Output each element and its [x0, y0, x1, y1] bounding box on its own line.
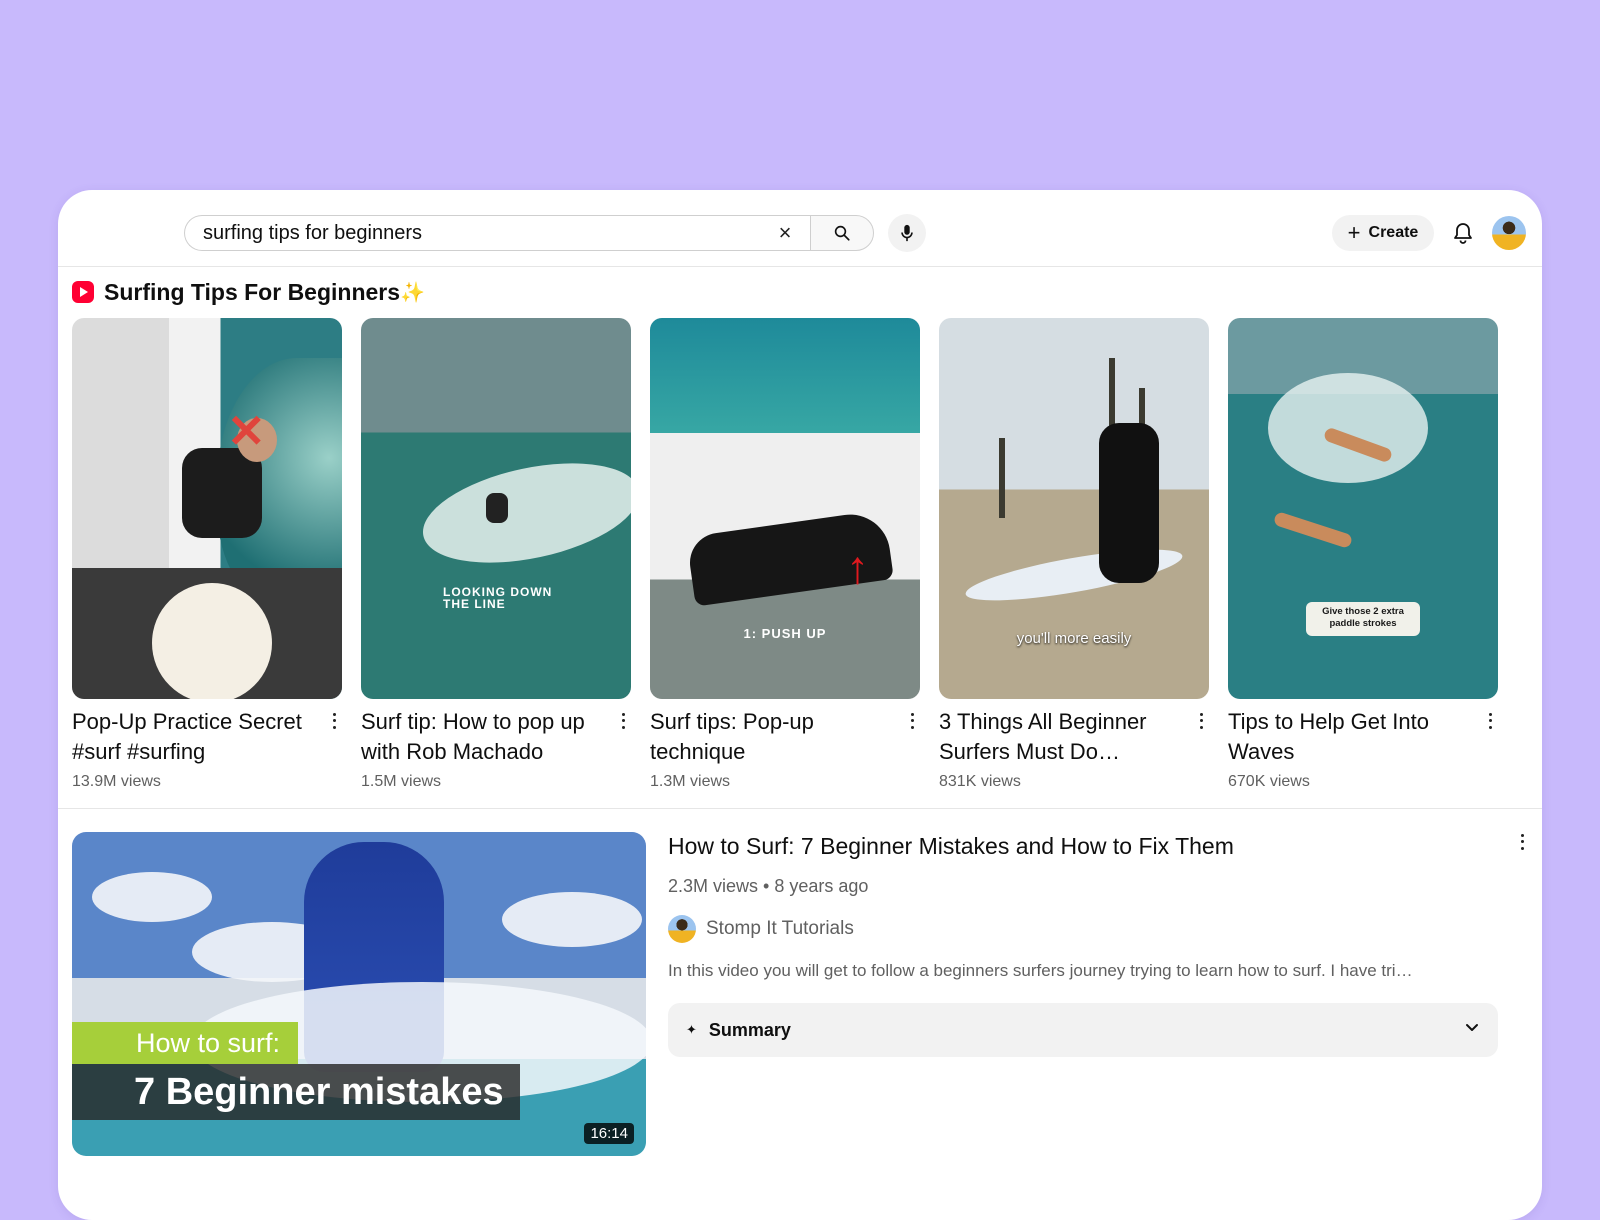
channel-row[interactable]: Stomp It Tutorials [668, 915, 1532, 943]
sparkle-icon: ✦ [686, 1022, 697, 1037]
notifications-button[interactable] [1448, 218, 1478, 248]
video-thumbnail[interactable]: How to surf: 7 Beginner mistakes 16:14 [72, 832, 646, 1156]
short-card[interactable]: LOOKING DOWN THE LINE Surf tip: How to p… [361, 318, 631, 791]
video-description: In this video you will get to follow a b… [668, 961, 1413, 980]
shorts-shelf-title: Surfing Tips For Beginners [104, 278, 401, 305]
short-thumbnail[interactable]: you'll more easily [939, 318, 1209, 699]
channel-name[interactable]: Stomp It Tutorials [706, 918, 854, 940]
more-options-icon[interactable] [904, 711, 920, 731]
thumbnail-caption: LOOKING DOWN THE LINE [443, 585, 553, 611]
thumbnail-caption: How to surf: [72, 1022, 299, 1064]
plus-icon: + [1347, 220, 1361, 245]
short-views: 831K views [939, 773, 1021, 790]
summary-label: Summary [708, 1019, 791, 1040]
short-title[interactable]: Surf tips: Pop-up technique [650, 707, 892, 767]
more-options-icon[interactable] [1193, 711, 1209, 731]
more-options-icon[interactable] [326, 711, 342, 731]
bell-icon [1454, 223, 1472, 244]
short-views: 670K views [1228, 773, 1310, 790]
duration-badge: 16:14 [584, 1123, 634, 1144]
more-options-icon[interactable] [1514, 832, 1530, 852]
search-box[interactable]: × [184, 215, 810, 251]
create-button[interactable]: + Create [1332, 215, 1434, 251]
short-views: 13.9M views [72, 773, 161, 790]
account-avatar[interactable] [1492, 216, 1526, 250]
shorts-shelf-header: Surfing Tips For Beginners ✨ [72, 278, 425, 306]
short-thumbnail[interactable]: ↑ 1: PUSH UP [650, 318, 920, 699]
short-thumbnail[interactable]: Give those 2 extra paddle strokes [1228, 318, 1498, 699]
short-card[interactable]: ↑ 1: PUSH UP Surf tips: Pop-up technique… [650, 318, 920, 791]
short-title[interactable]: Surf tip: How to pop up with Rob Machado [361, 707, 603, 767]
short-title[interactable]: Pop-Up Practice Secret #surf #surfing [72, 707, 314, 767]
search-icon [834, 225, 850, 241]
summary-expander[interactable]: ✦ Summary [668, 1003, 1498, 1057]
short-card[interactable]: ✕ Pop-Up Practice Secret #surf #surfing … [72, 318, 342, 791]
short-views: 1.5M views [361, 773, 442, 790]
short-thumbnail[interactable]: LOOKING DOWN THE LINE [361, 318, 631, 699]
short-thumbnail[interactable]: ✕ [72, 318, 342, 699]
search-button[interactable] [810, 215, 874, 251]
video-title[interactable]: How to Surf: 7 Beginner Mistakes and How… [668, 832, 1532, 860]
more-options-icon[interactable] [1482, 711, 1498, 731]
mic-icon [901, 224, 913, 242]
more-options-icon[interactable] [615, 711, 631, 731]
video-info: How to Surf: 7 Beginner Mistakes and How… [668, 832, 1532, 1057]
short-title[interactable]: 3 Things All Beginner Surfers Must Do Be… [939, 707, 1181, 767]
search-input[interactable] [203, 216, 743, 250]
close-icon[interactable]: × [774, 222, 796, 244]
browser-window: × + Create Surfing Tips For Beginners ✨ … [58, 190, 1542, 1220]
shorts-logo-icon [72, 281, 94, 303]
section-divider [58, 808, 1542, 809]
thumbnail-caption: Give those 2 extra paddle strokes [1306, 602, 1420, 636]
short-card[interactable]: Give those 2 extra paddle strokes Tips t… [1228, 318, 1498, 791]
channel-avatar[interactable] [668, 915, 696, 943]
thumbnail-caption: you'll more easily [1016, 630, 1132, 647]
short-card[interactable]: you'll more easily 3 Things All Beginner… [939, 318, 1209, 791]
short-views: 1.3M views [650, 773, 731, 790]
voice-search-button[interactable] [888, 214, 926, 252]
video-meta: 2.3M views • 8 years ago [668, 876, 869, 896]
shorts-shelf: ✕ Pop-Up Practice Secret #surf #surfing … [72, 318, 1532, 808]
chevron-down-icon [1466, 1024, 1478, 1031]
short-title[interactable]: Tips to Help Get Into Waves [1228, 707, 1470, 767]
sparkle-icon: ✨ [400, 281, 425, 304]
thumbnail-caption: 1: PUSH UP [743, 626, 827, 641]
top-bar: × + Create [58, 190, 1542, 267]
thumbnail-headline: 7 Beginner mistakes [72, 1064, 520, 1120]
create-label: Create [1368, 224, 1419, 241]
